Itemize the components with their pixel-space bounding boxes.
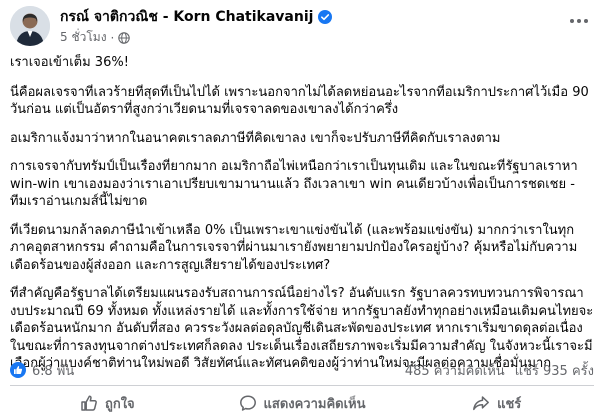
post-paragraph: การเจรจากับทรัมป์เป็นเรื่องที่ยากมาก อเม… (10, 159, 578, 209)
reaction-count[interactable]: 6.8 พัน (32, 360, 74, 381)
author-avatar[interactable] (10, 6, 50, 46)
author-name[interactable]: กรณ์ จาติกวณิช - Korn Chatikavanij (60, 6, 313, 28)
post-paragraph: เราเจอเข้าเต็ม 36%! (10, 55, 129, 70)
globe-icon[interactable] (118, 31, 131, 44)
share-label: แชร์ (497, 396, 522, 412)
post-timestamp[interactable]: 5 ชั่วโมง (60, 28, 107, 47)
comment-label: แสดงความคิดเห็น (263, 396, 366, 412)
verified-badge-icon (318, 10, 333, 24)
facebook-post: กรณ์ จาติกวณิช - Korn Chatikavanij 5 ชั่… (0, 0, 603, 419)
post-paragraph: ที่เวียดนามกล้าลดภาษีนำเข้าเหลือ 0% เป็น… (10, 222, 578, 273)
comment-icon (239, 395, 256, 411)
meta-separator: · (110, 30, 115, 45)
actions-divider (10, 385, 594, 386)
share-icon (473, 396, 490, 411)
like-label: ถูกใจ (104, 396, 135, 412)
post-header: กรณ์ จาติกวณิช - Korn Chatikavanij 5 ชั่… (10, 6, 593, 46)
post-paragraph: อเมริกาแจ้งมาว่าหากในอนาคตเราลดภาษีที่คิ… (10, 130, 501, 146)
share-button[interactable]: แชร์ (399, 388, 594, 418)
comment-count[interactable]: 485 ความคิดเห็น (405, 360, 505, 381)
comment-button[interactable]: แสดงความคิดเห็น (205, 388, 400, 418)
like-reaction-icon[interactable] (10, 362, 26, 378)
post-actions: ถูกใจ แสดงความคิดเห็น แชร์ (10, 388, 594, 418)
more-options-icon[interactable] (565, 10, 593, 32)
post-stats: 6.8 พัน 485 ความคิดเห็น แชร์ 935 ครั้ง (10, 360, 594, 380)
post-paragraph: นี่คือผลเจรจาที่เลวร้ายที่สุดที่เป็นไปได… (10, 84, 589, 118)
like-button[interactable]: ถูกใจ (10, 388, 205, 418)
share-count[interactable]: แชร์ 935 ครั้ง (515, 360, 594, 381)
post-body: เราเจอเข้าเต็ม 36%! นี่คือผลเจรจาที่เลวร… (10, 54, 594, 384)
thumbs-up-icon (81, 395, 97, 411)
